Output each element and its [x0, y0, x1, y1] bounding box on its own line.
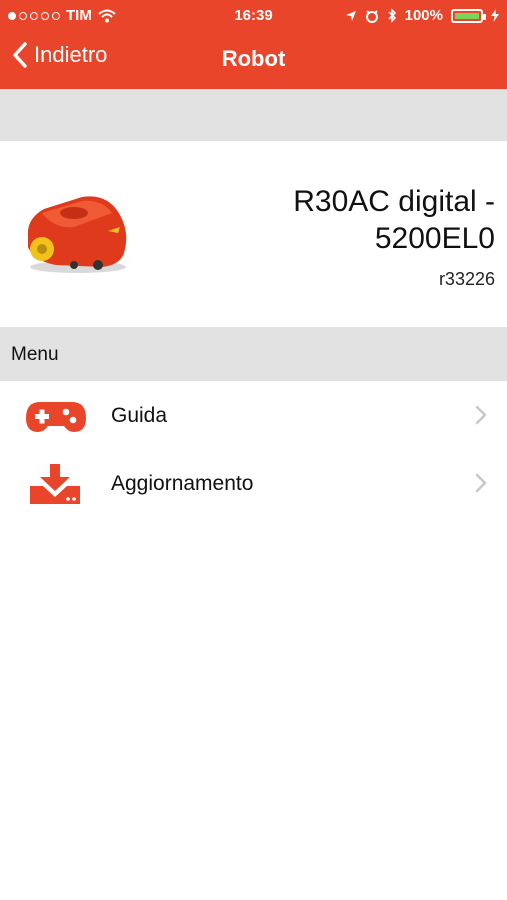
gamepad-icon: [26, 402, 86, 432]
menu-header-label: Menu: [11, 344, 59, 365]
robot-card: R30AC digital - 5200EL0 r33226: [0, 141, 507, 327]
menu-list: Guida Aggiornamento: [0, 382, 507, 518]
charging-icon: [491, 9, 499, 22]
chevron-right-icon: [475, 473, 487, 493]
chevron-right-icon: [475, 405, 487, 425]
alarm-icon: [365, 9, 378, 23]
status-bar: TIM 16:39 100%: [0, 0, 507, 30]
menu-item-label: Aggiornamento: [111, 472, 254, 495]
download-icon: [30, 464, 80, 504]
battery-icon: [451, 8, 486, 23]
menu-item-aggiornamento[interactable]: Aggiornamento: [0, 450, 507, 518]
nav-bar: Indietro Robot: [0, 32, 507, 88]
robot-mower-image: [27, 196, 127, 273]
robot-name: R30AC digital - 5200EL0: [293, 185, 495, 255]
robot-serial: r33226: [438, 269, 495, 289]
battery-percent: 100%: [404, 7, 443, 24]
menu-item-label: Guida: [111, 404, 168, 427]
bluetooth-icon: [388, 8, 396, 23]
spacer-strip: [0, 89, 507, 141]
location-arrow-icon: [345, 10, 356, 21]
menu-section-header: Menu: [0, 327, 507, 381]
menu-item-guida[interactable]: Guida: [0, 382, 507, 450]
page-title: Robot: [221, 46, 286, 71]
top-bar: TIM 16:39 100% Indietro Robot: [0, 0, 507, 89]
